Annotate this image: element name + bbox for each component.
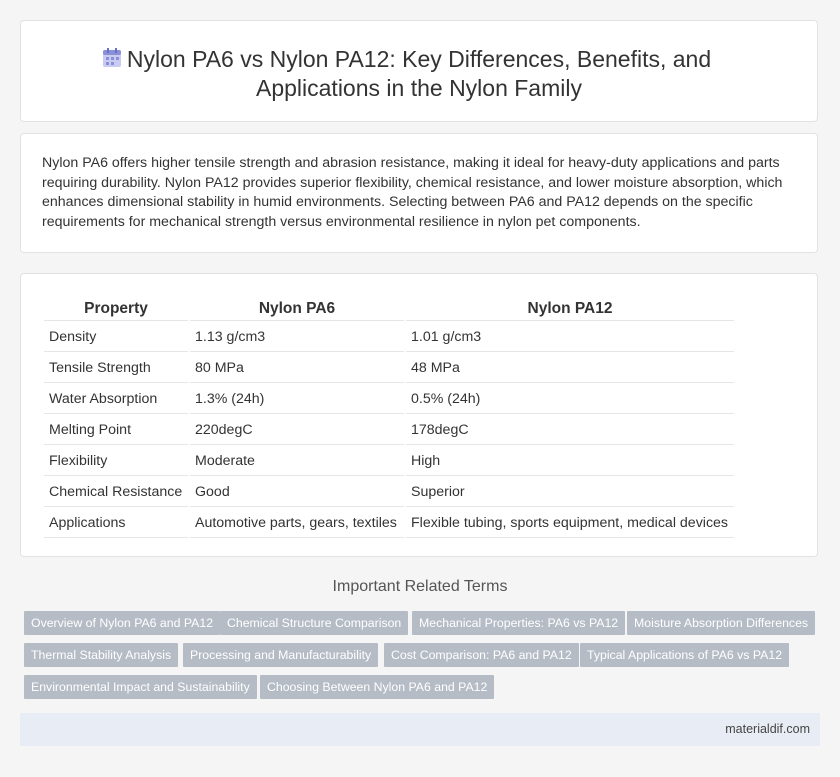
related-tag-environmental-impact[interactable]: Environmental Impact and Sustainability (24, 675, 257, 699)
table-cell-property: Water Absorption (44, 385, 188, 414)
table-cell-pa6: 1.13 g/cm3 (190, 323, 404, 352)
footer: materialdif.com (20, 713, 820, 746)
table-cell-property: Density (44, 323, 188, 352)
related-tag-mechanical-properties[interactable]: Mechanical Properties: PA6 vs PA12 (412, 611, 626, 635)
comparison-table: Property Nylon PA6 Nylon PA12 Density 1.… (42, 294, 736, 540)
table-cell-property: Flexibility (44, 447, 188, 476)
related-tag-choosing-between[interactable]: Choosing Between Nylon PA6 and PA12 (260, 675, 495, 699)
table-cell-pa6: 1.3% (24h) (190, 385, 404, 414)
table-header-row: Property Nylon PA6 Nylon PA12 (44, 296, 734, 321)
table-row: Chemical Resistance Good Superior (44, 478, 734, 507)
page-title-line-1: Nylon PA6 vs Nylon PA12: Key Differences… (126, 46, 712, 72)
related-tag-typical-applications[interactable]: Typical Applications of PA6 vs PA12 (580, 643, 790, 667)
related-tag-processing[interactable]: Processing and Manufacturability (183, 643, 379, 667)
page-title-line-2: Applications in the Nylon Family (256, 75, 582, 101)
table-cell-pa6: Moderate (190, 447, 404, 476)
table-header-pa12: Nylon PA12 (406, 296, 734, 321)
table-header-property: Property (44, 296, 188, 321)
table-cell-pa6: Automotive parts, gears, textiles (190, 509, 404, 538)
table-cell-pa6: Good (190, 478, 404, 507)
related-tag-cost-comparison[interactable]: Cost Comparison: PA6 and PA12 (384, 643, 579, 667)
table-row: Tensile Strength 80 MPa 48 MPa (44, 354, 734, 383)
table-cell-property: Melting Point (44, 416, 188, 445)
table-cell-pa12: High (406, 447, 734, 476)
related-tag-thermal-stability[interactable]: Thermal Stability Analysis (24, 643, 179, 667)
table-cell-pa6: 80 MPa (190, 354, 404, 383)
table-cell-pa12: 0.5% (24h) (406, 385, 734, 414)
summary-card: Nylon PA6 offers higher tensile strength… (20, 133, 818, 253)
table-cell-property: Tensile Strength (44, 354, 188, 383)
related-tag-chemical-structure[interactable]: Chemical Structure Comparison (220, 611, 409, 635)
table-cell-pa12: 178degC (406, 416, 734, 445)
table-cell-pa12: Superior (406, 478, 734, 507)
table-cell-property: Chemical Resistance (44, 478, 188, 507)
table-row: Water Absorption 1.3% (24h) 0.5% (24h) (44, 385, 734, 414)
table-row: Flexibility Moderate High (44, 447, 734, 476)
table-cell-pa6: 220degC (190, 416, 404, 445)
table-cell-property: Applications (44, 509, 188, 538)
table-cell-pa12: 48 MPa (406, 354, 734, 383)
summary-text: Nylon PA6 offers higher tensile strength… (42, 155, 783, 230)
related-terms-title: Important Related Terms (332, 578, 508, 595)
table-row: Density 1.13 g/cm3 1.01 g/cm3 (44, 323, 734, 352)
page-title: Nylon PA6 vs Nylon PA12: Key Differences… (21, 45, 817, 103)
related-tag-moisture-absorption[interactable]: Moisture Absorption Differences (627, 611, 816, 635)
comparison-card: Property Nylon PA6 Nylon PA12 Density 1.… (20, 273, 818, 557)
table-cell-pa12: Flexible tubing, sports equipment, medic… (406, 509, 734, 538)
footer-site-name: materialdif.com (725, 722, 810, 736)
related-tag-overview[interactable]: Overview of Nylon PA6 and PA12 (24, 611, 221, 635)
table-cell-pa12: 1.01 g/cm3 (406, 323, 734, 352)
title-card: Nylon PA6 vs Nylon PA12: Key Differences… (20, 20, 818, 122)
table-header-pa6: Nylon PA6 (190, 296, 404, 321)
table-row: Melting Point 220degC 178degC (44, 416, 734, 445)
table-row: Applications Automotive parts, gears, te… (44, 509, 734, 538)
